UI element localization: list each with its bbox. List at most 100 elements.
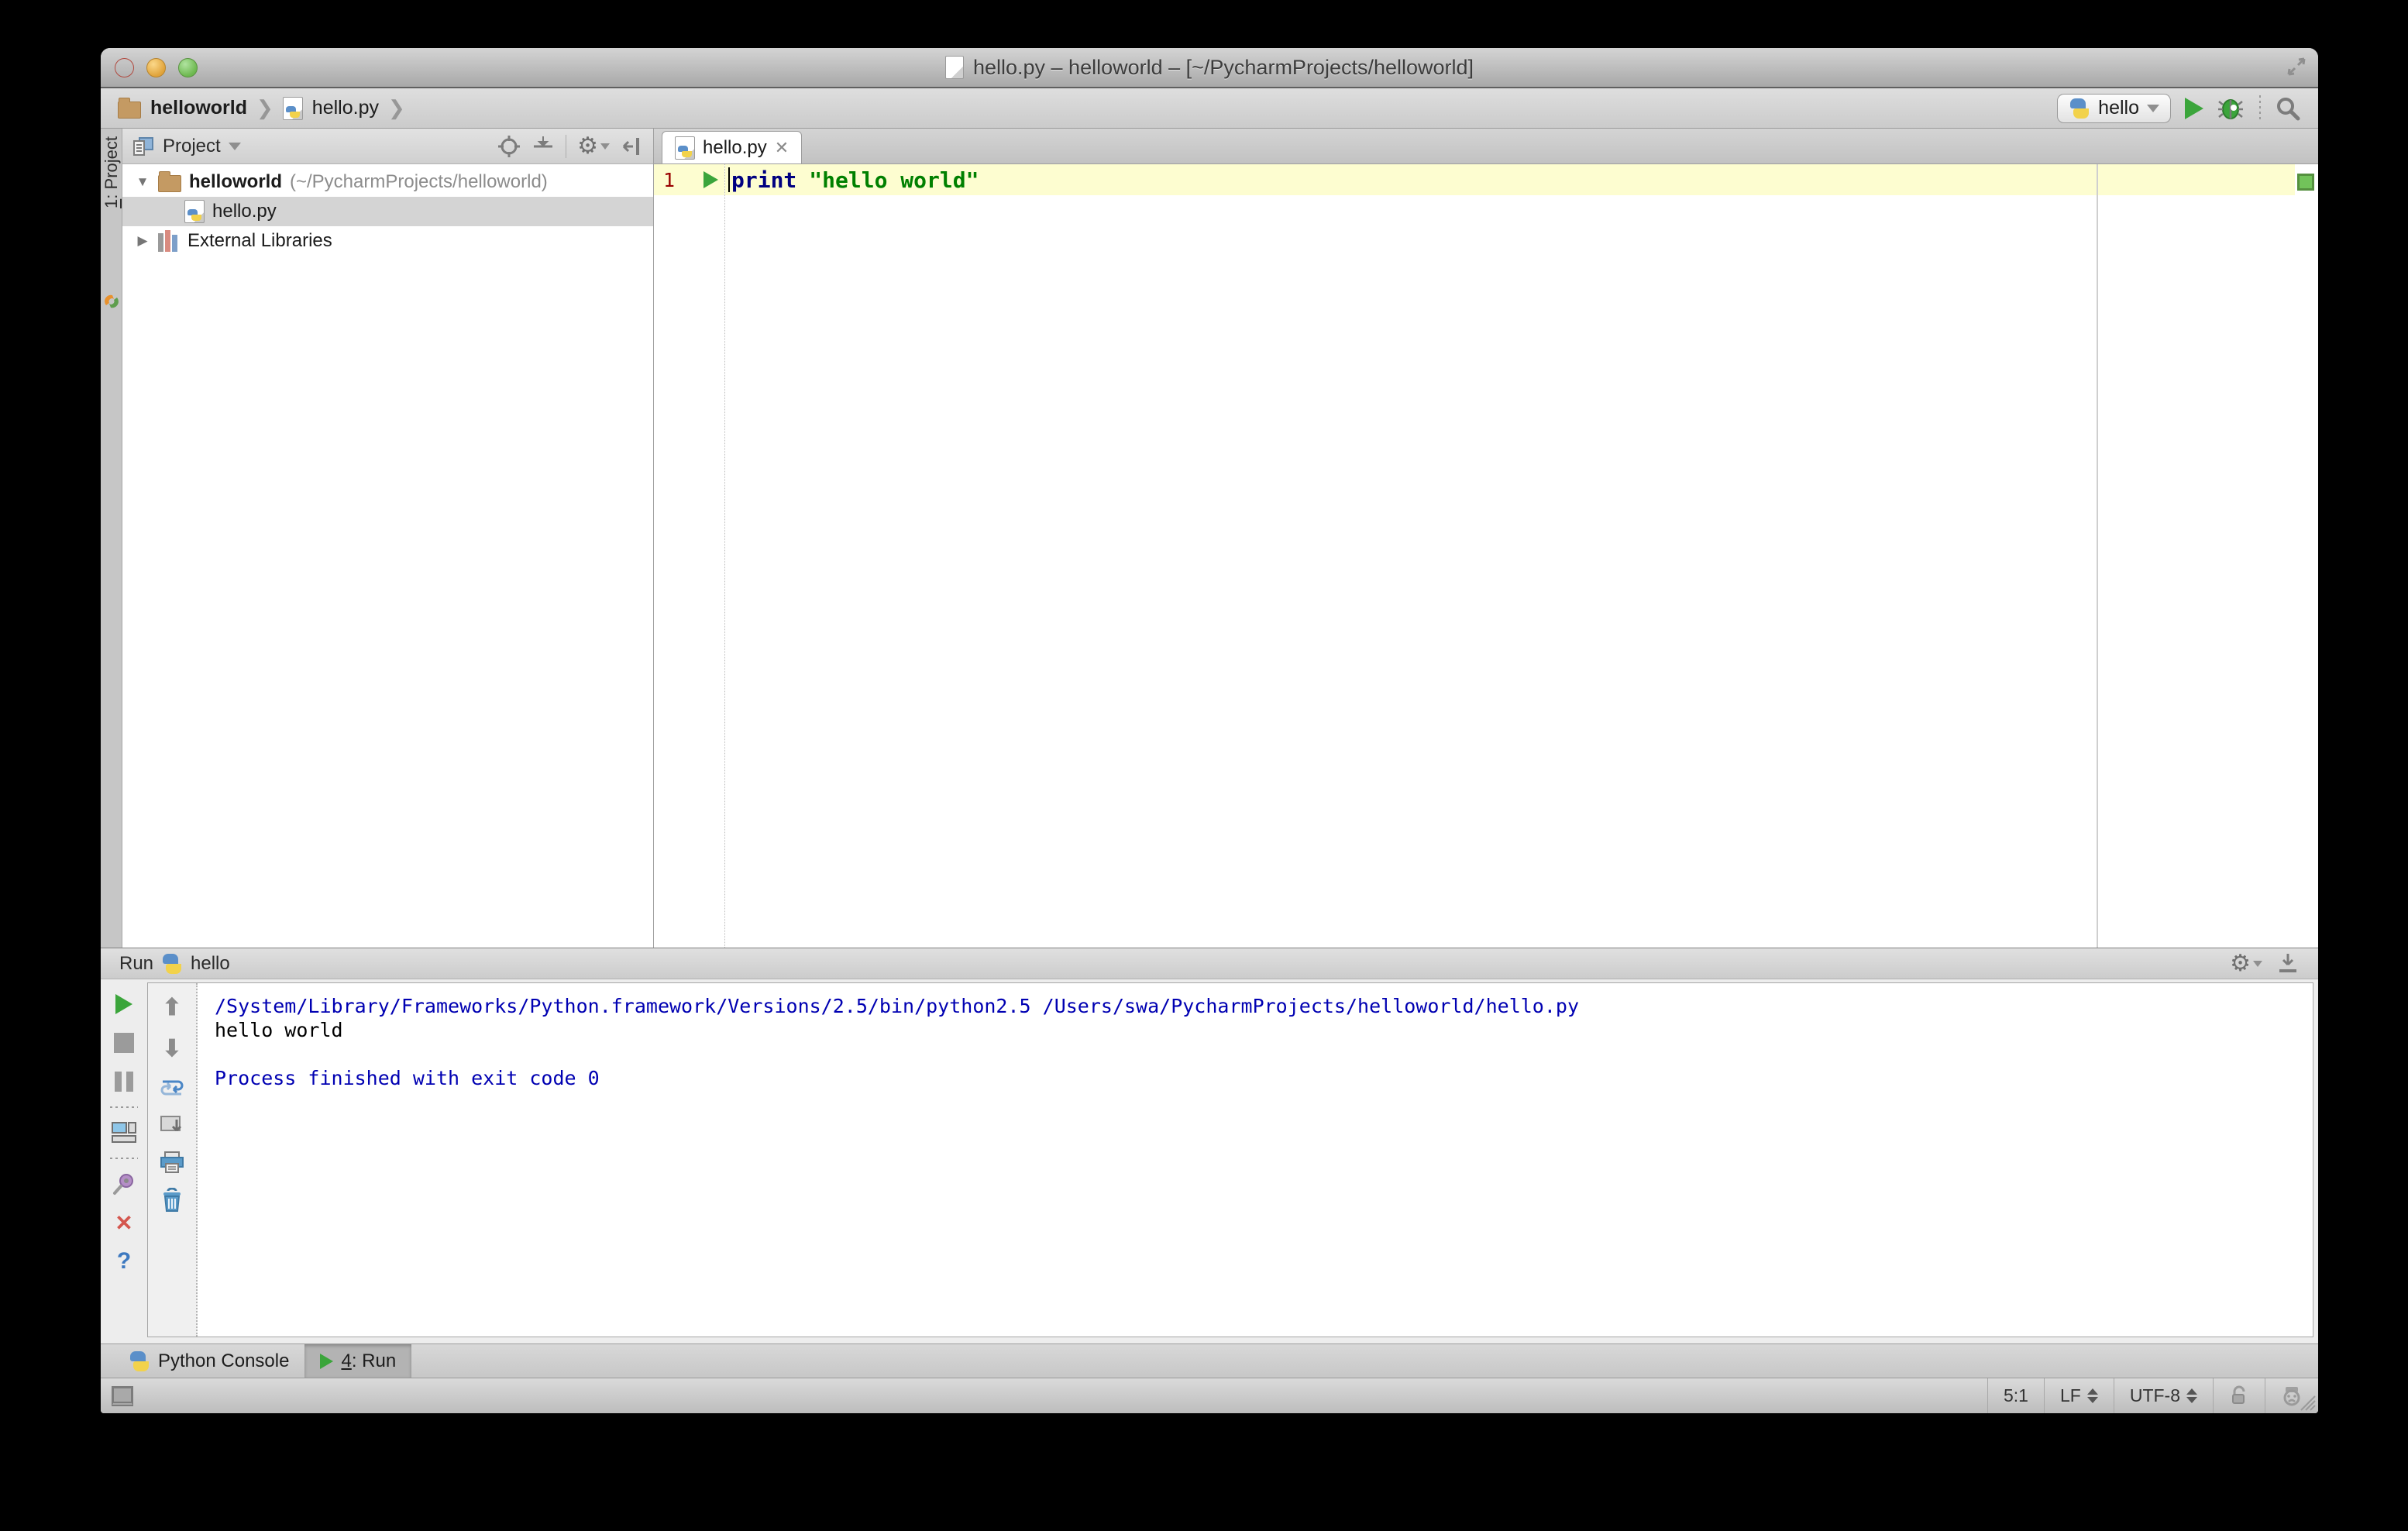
zoom-window-button[interactable]	[178, 57, 198, 77]
breadcrumb-file[interactable]: hello.py	[312, 97, 379, 119]
console-line: hello world	[215, 1019, 343, 1041]
folder-icon	[118, 97, 141, 119]
editor-tab-bar: hello.py ✕	[654, 129, 2318, 164]
code-line-1[interactable]: print "hello world"	[725, 164, 2295, 195]
tree-row-project-root[interactable]: ▼ helloworld (~/PycharmProjects/hellowor…	[122, 167, 653, 197]
toolbar-separator	[110, 1106, 138, 1108]
help-icon[interactable]: ?	[117, 1247, 131, 1275]
inspection-status-indicator[interactable]	[2297, 174, 2314, 191]
toggle-toolwindow-bars-icon[interactable]	[112, 1385, 133, 1406]
editor-area: hello.py ✕ 1 print "hello world"	[654, 129, 2318, 948]
code-string: "hello world"	[809, 167, 979, 193]
run-line-icon[interactable]	[703, 171, 718, 188]
tree-node-name: External Libraries	[187, 230, 332, 251]
project-tool-window-button[interactable]: 1: Project	[101, 136, 122, 208]
tree-node-path: (~/PycharmProjects/helloworld)	[290, 171, 548, 192]
python-console-icon	[129, 1350, 150, 1372]
code-area[interactable]: print "hello world"	[725, 164, 2295, 948]
line-ending-widget[interactable]: LF	[2043, 1378, 2114, 1413]
settings-gear-icon[interactable]: ⚙	[577, 134, 610, 158]
tree-row-hello-py[interactable]: hello.py	[122, 197, 653, 226]
tab-label: hello.py	[703, 136, 767, 158]
readonly-lock-icon[interactable]	[2213, 1378, 2265, 1413]
navigation-bar: helloworld ❯ hello.py ❯ hello	[101, 88, 2318, 129]
project-panel-actions: ⚙	[497, 134, 644, 158]
close-window-button[interactable]	[115, 57, 134, 77]
status-bar: 5:1 LF UTF-8	[101, 1378, 2318, 1413]
breadcrumb-project[interactable]: helloworld	[150, 97, 247, 119]
encoding-widget[interactable]: UTF-8	[2113, 1378, 2213, 1413]
console-line: /System/Library/Frameworks/Python.framew…	[215, 995, 1579, 1017]
run-configuration-label: hello	[2098, 97, 2139, 119]
project-tree: ▼ helloworld (~/PycharmProjects/hellowor…	[122, 164, 653, 256]
pycharm-window: hello.py – helloworld – [~/PycharmProjec…	[101, 48, 2318, 1413]
pause-output-button[interactable]	[115, 1068, 133, 1096]
run-config-name: hello	[191, 952, 230, 974]
debug-button[interactable]	[2217, 95, 2245, 122]
settings-gear-icon[interactable]: ⚙	[2230, 951, 2262, 975]
run-button[interactable]	[2185, 97, 2203, 119]
editor-body[interactable]: 1 print "hello world"	[654, 164, 2318, 948]
resize-grip-icon[interactable]	[2300, 1395, 2317, 1412]
minimize-window-button[interactable]	[146, 57, 166, 77]
title-bar: hello.py – helloworld – [~/PycharmProjec…	[101, 48, 2318, 88]
python-icon	[161, 953, 183, 975]
search-everywhere-icon[interactable]	[2275, 95, 2301, 122]
document-icon	[944, 56, 964, 79]
stop-button[interactable]	[114, 1029, 134, 1057]
print-icon[interactable]	[160, 1151, 184, 1174]
expanded-triangle-icon[interactable]: ▼	[135, 174, 150, 190]
run-panel-header: Run hello ⚙	[101, 948, 2318, 979]
close-panel-icon[interactable]: ✕	[115, 1209, 132, 1237]
clear-all-icon[interactable]	[160, 1188, 184, 1213]
console-toolbar: ⬆ ⬇	[148, 983, 198, 1337]
hide-panel-down-icon[interactable]	[2276, 952, 2300, 975]
project-panel-header: Project ⚙	[122, 129, 653, 164]
updown-icon	[2186, 1388, 2197, 1403]
project-panel-title[interactable]: Project	[163, 136, 221, 157]
pin-tab-icon[interactable]	[112, 1170, 136, 1198]
chevron-down-icon[interactable]	[228, 142, 241, 150]
tree-row-external-libraries[interactable]: ▶ External Libraries	[122, 226, 653, 256]
error-stripe	[2295, 164, 2318, 948]
run-configuration-select[interactable]: hello	[2057, 93, 2171, 123]
main-area: 1: Project Project ⚙ ▼ helloworld (~/Pyc…	[101, 129, 2318, 948]
tree-node-name: hello.py	[212, 201, 277, 222]
tree-node-name: helloworld	[189, 171, 282, 192]
code-keyword: print	[731, 167, 797, 193]
hide-panel-icon[interactable]	[621, 135, 644, 158]
soft-wrap-icon[interactable]	[160, 1076, 184, 1099]
chevron-down-icon	[2147, 104, 2159, 112]
run-tool-window: Run hello ⚙ ✕ ? ⬆ ⬇ /System/Library/Fram…	[101, 948, 2318, 1343]
close-tab-icon[interactable]: ✕	[775, 138, 789, 158]
collapsed-triangle-icon[interactable]: ▶	[135, 233, 150, 249]
fullscreen-icon[interactable]	[2286, 56, 2307, 77]
project-tool-window: Project ⚙ ▼ helloworld (~/PycharmProject…	[122, 129, 654, 948]
down-stack-trace-icon[interactable]: ⬇	[162, 1035, 181, 1062]
run-toolbar-left: ✕ ?	[101, 982, 147, 1337]
editor-gutter: 1	[654, 164, 725, 948]
window-title-group: hello.py – helloworld – [~/PycharmProjec…	[101, 56, 2318, 80]
console-layout-icon[interactable]	[111, 1119, 137, 1147]
editor-tab-hello-py[interactable]: hello.py ✕	[662, 131, 803, 163]
rerun-button[interactable]	[115, 990, 132, 1018]
scroll-to-end-icon[interactable]	[160, 1113, 184, 1137]
python-console-tab[interactable]: Python Console	[113, 1344, 304, 1378]
window-title: hello.py – helloworld – [~/PycharmProjec…	[972, 55, 1474, 79]
locate-file-icon[interactable]	[497, 135, 521, 158]
run-panel-title: Run	[119, 952, 154, 974]
run-toolbar: hello	[2057, 93, 2301, 123]
caret-position-widget[interactable]: 5:1	[1987, 1378, 2044, 1413]
toolbar-separator	[2259, 95, 2261, 122]
up-stack-trace-icon[interactable]: ⬆	[162, 994, 181, 1021]
python-icon	[2069, 98, 2090, 119]
console-output[interactable]: /System/Library/Frameworks/Python.framew…	[198, 983, 2313, 1337]
run-tab[interactable]: 4: Run	[304, 1344, 412, 1378]
status-bar-widgets: 5:1 LF UTF-8	[1987, 1378, 2318, 1413]
run-panel-actions: ⚙	[2230, 951, 2300, 975]
left-tool-window-strip: 1: Project	[101, 129, 122, 948]
text-caret	[728, 167, 730, 192]
traffic-lights	[115, 57, 198, 77]
collapse-all-icon[interactable]	[531, 135, 555, 158]
